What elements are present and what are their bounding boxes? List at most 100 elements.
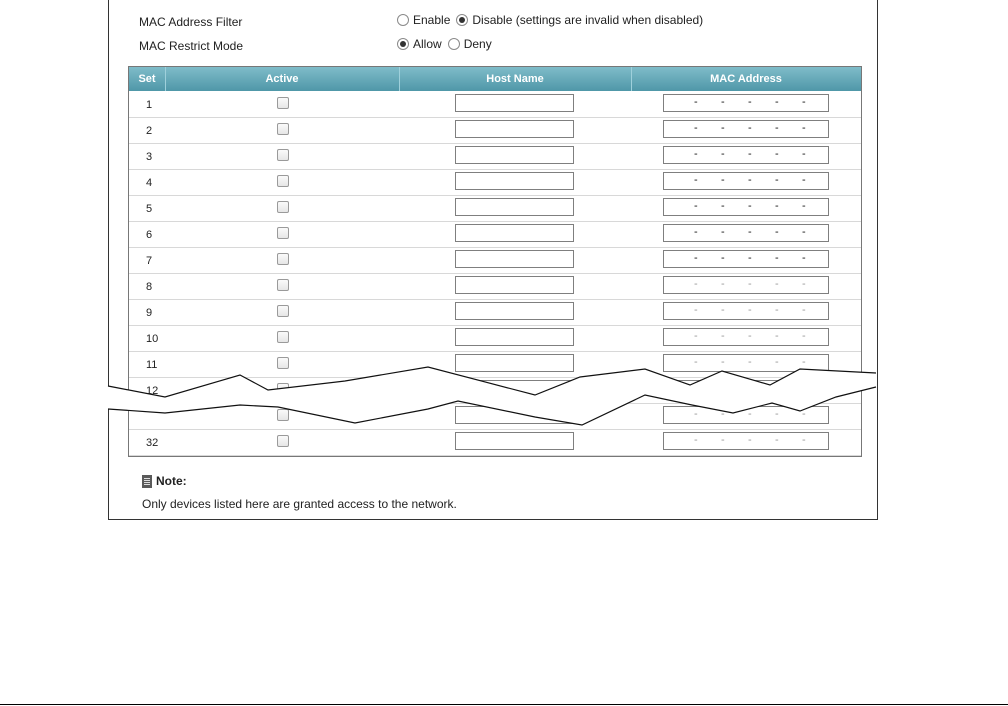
- row-host-name-input[interactable]: [455, 224, 574, 242]
- mac-separator: -: [802, 278, 806, 290]
- table-row: 4 - - - - -: [129, 169, 861, 196]
- row-host-name-input[interactable]: [455, 380, 574, 398]
- enable-radio[interactable]: [397, 14, 409, 26]
- mac-separator: -: [802, 434, 806, 446]
- row-active-checkbox[interactable]: [277, 123, 289, 135]
- row-mac-address-input[interactable]: -----: [663, 276, 829, 294]
- note-document-icon: [142, 474, 152, 488]
- mac-separator: -: [802, 252, 806, 264]
- mac-separator: -: [721, 408, 725, 420]
- row-host-name-input[interactable]: [455, 172, 574, 190]
- row-host-name-input[interactable]: [455, 302, 574, 320]
- row-set-number: 8: [146, 281, 153, 293]
- row-active-checkbox[interactable]: [277, 435, 289, 447]
- mac-separator: -: [775, 174, 779, 186]
- row-mac-address-input[interactable]: -----: [663, 328, 829, 346]
- disable-radio[interactable]: [456, 14, 469, 26]
- row-active-checkbox[interactable]: [277, 409, 289, 421]
- mac-separator: -: [694, 382, 698, 394]
- row-set-number: 11: [146, 359, 158, 371]
- row-host-name-input[interactable]: [455, 146, 574, 164]
- row-active-checkbox[interactable]: [277, 175, 289, 187]
- row-active-checkbox[interactable]: [277, 201, 289, 213]
- row-set-number: 2: [146, 125, 153, 137]
- mac-separator: -: [802, 330, 806, 342]
- row-set-number: 4: [146, 177, 153, 189]
- row-set-number: 10: [146, 333, 159, 345]
- row-set-number: 6: [146, 229, 153, 241]
- row-mac-address-input[interactable]: -----: [663, 380, 829, 398]
- row-host-name-input[interactable]: [455, 406, 574, 424]
- mac-separator: -: [748, 174, 752, 186]
- row-host-name-input[interactable]: [455, 354, 574, 372]
- row-set-number: 3: [146, 151, 153, 163]
- column-header-set: Set: [138, 73, 156, 85]
- mac-separator: -: [748, 252, 752, 264]
- row-mac-address-input[interactable]: -----: [663, 224, 829, 242]
- row-mac-address-input[interactable]: -----: [663, 406, 829, 424]
- mac-separator: -: [748, 200, 752, 212]
- mac-filter-table: Set Active Host Name MAC Address 1-----2…: [128, 66, 862, 457]
- mac-separator: -: [802, 174, 806, 186]
- row-active-checkbox[interactable]: [277, 357, 289, 369]
- allow-radio[interactable]: [397, 38, 409, 50]
- row-active-checkbox[interactable]: [277, 97, 289, 109]
- row-active-checkbox[interactable]: [277, 149, 289, 161]
- table-row: 3 - - - - -: [129, 143, 861, 170]
- row-active-checkbox[interactable]: [277, 227, 289, 239]
- mac-separator: -: [802, 200, 806, 212]
- deny-radio[interactable]: [447, 38, 460, 50]
- mac-restrict-label: MAC Restrict Mode: [139, 39, 244, 53]
- row-mac-address-input[interactable]: -----: [663, 146, 829, 164]
- mac-separator: -: [775, 304, 779, 316]
- row-mac-address-input[interactable]: -----: [663, 120, 829, 138]
- row-mac-address-input[interactable]: -----: [663, 250, 829, 268]
- row-mac-address-input[interactable]: -----: [663, 432, 829, 450]
- row-set-number: 5: [146, 203, 153, 215]
- row-mac-address-input[interactable]: -----: [663, 198, 829, 216]
- row-active-checkbox[interactable]: [277, 253, 289, 265]
- row-host-name-input[interactable]: [455, 328, 574, 346]
- mac-separator: -: [721, 226, 725, 238]
- table-row: 9 - - - - -: [129, 299, 861, 326]
- mac-separator: -: [721, 148, 725, 160]
- row-mac-address-input[interactable]: -----: [663, 172, 829, 190]
- mac-separator: -: [721, 122, 725, 134]
- row-mac-address-input[interactable]: -----: [663, 94, 829, 112]
- row-host-name-input[interactable]: [455, 120, 574, 138]
- row-set-number: 7: [146, 255, 153, 267]
- mac-restrict-options: Allow Deny: [397, 37, 498, 51]
- row-host-name-input[interactable]: [455, 94, 574, 112]
- table-row: 2 - - - - -: [129, 117, 861, 144]
- table-row: 6 - - - - -: [129, 221, 861, 248]
- mac-separator: -: [775, 356, 779, 368]
- mac-separator: -: [721, 174, 725, 186]
- mac-filter-row: MAC Address Filter Enable Disable (setti…: [109, 12, 877, 32]
- mac-separator: -: [748, 382, 752, 394]
- mac-separator: -: [721, 96, 725, 108]
- row-set-number: 32: [146, 437, 159, 449]
- mac-filter-label: MAC Address Filter: [139, 15, 243, 29]
- mac-filter-panel: MAC Address Filter Enable Disable (setti…: [108, 0, 878, 520]
- mac-separator: -: [802, 304, 806, 316]
- mac-separator: -: [775, 96, 779, 108]
- column-header-host-name: Host Name: [486, 73, 544, 85]
- row-active-checkbox[interactable]: [277, 279, 289, 291]
- row-active-checkbox[interactable]: [277, 331, 289, 343]
- mac-separator: -: [694, 96, 698, 108]
- row-mac-address-input[interactable]: -----: [663, 354, 829, 372]
- mac-separator: -: [748, 304, 752, 316]
- mac-separator: -: [775, 226, 779, 238]
- row-host-name-input[interactable]: [455, 250, 574, 268]
- table-row: 8 - - - - -: [129, 273, 861, 300]
- row-host-name-input[interactable]: [455, 432, 574, 450]
- mac-separator: -: [694, 252, 698, 264]
- row-active-checkbox[interactable]: [277, 383, 289, 395]
- row-host-name-input[interactable]: [455, 198, 574, 216]
- mac-separator: -: [802, 122, 806, 134]
- table-row: -----: [129, 403, 861, 430]
- row-active-checkbox[interactable]: [277, 305, 289, 317]
- row-mac-address-input[interactable]: -----: [663, 302, 829, 320]
- disable-radio-label: Disable (settings are invalid when disab…: [472, 13, 704, 27]
- row-host-name-input[interactable]: [455, 276, 574, 294]
